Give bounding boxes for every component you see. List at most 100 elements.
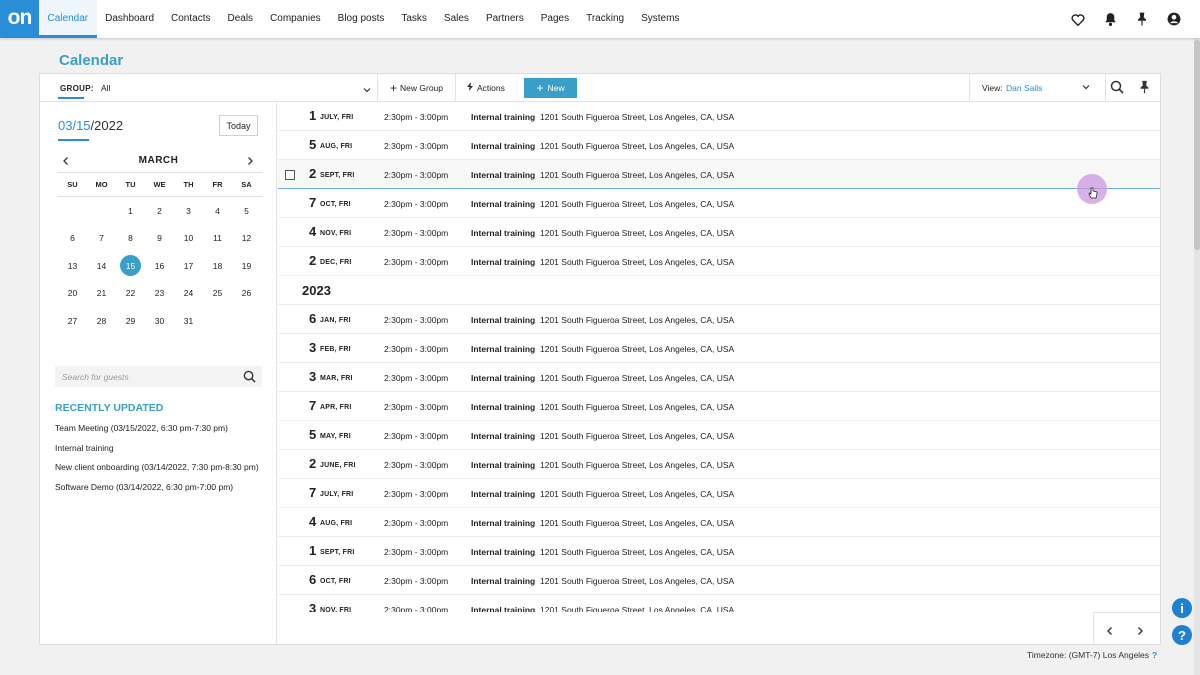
user-account-icon[interactable] — [1158, 0, 1190, 38]
calendar-week: 20 21 22 23 24 25 26 — [58, 280, 262, 308]
app-logo[interactable]: on — [0, 0, 39, 38]
event-row[interactable]: 5 MAY, FRI 2:30pm - 3:00pm Internal trainin… — [278, 421, 1160, 450]
weekday-label: TU — [125, 180, 136, 189]
recent-item[interactable]: Internal training — [55, 442, 265, 462]
calendar-day[interactable]: 30 — [145, 316, 174, 326]
calendar-day[interactable]: 23 — [145, 288, 174, 298]
calendar-day[interactable]: 27 — [58, 316, 87, 326]
new-button[interactable]: + New — [524, 78, 577, 98]
event-row[interactable]: 2 DEC, FRI 2:30pm - 3:00pm Internal trainin… — [278, 247, 1160, 276]
chevron-left-icon[interactable] — [1106, 623, 1114, 641]
event-time: 2:30pm - 3:00pm — [384, 605, 449, 612]
nav-item-companies[interactable]: Companies — [262, 0, 330, 38]
info-button[interactable]: i — [1172, 598, 1192, 618]
calendar-day[interactable]: 26 — [232, 288, 261, 298]
pin-icon[interactable] — [1126, 0, 1158, 38]
event-row[interactable]: 1 SEPT, FRI 2:30pm - 3:00pm Internal traini… — [278, 537, 1160, 566]
nav-item-systems[interactable]: Systems — [633, 0, 688, 38]
event-row[interactable]: 6 JAN, FRI 2:30pm - 3:00pm Internal trainin… — [278, 305, 1160, 334]
chevron-down-icon[interactable] — [362, 82, 372, 100]
recent-item[interactable]: Software Demo (03/14/2022, 6:30 pm-7:00 … — [55, 481, 265, 501]
calendar-day[interactable]: 4 — [203, 206, 232, 216]
today-button[interactable]: Today — [219, 115, 258, 136]
help-button[interactable]: ? — [1172, 625, 1192, 645]
search-icon[interactable] — [243, 370, 256, 388]
calendar-day[interactable]: 11 — [203, 233, 232, 243]
calendar-day[interactable]: 18 — [203, 261, 232, 271]
view-select[interactable]: View: Dan Sails — [969, 74, 1106, 101]
guest-search-input[interactable] — [55, 366, 262, 387]
timezone-help-link[interactable]: ? — [1152, 650, 1157, 660]
nav-item-calendar[interactable]: Calendar — [39, 0, 97, 38]
year-divider: 2023 — [278, 276, 1160, 305]
calendar-day[interactable]: 8 — [116, 233, 145, 243]
event-month: NOV, FRI — [320, 607, 352, 612]
calendar-day[interactable]: 9 — [145, 233, 174, 243]
calendar-day[interactable]: 16 — [145, 261, 174, 271]
event-row[interactable]: 3 MAR, FRI 2:30pm - 3:00pm Internal trainin… — [278, 363, 1160, 392]
event-row[interactable]: 5 AUG, FRI 2:30pm - 3:00pm Internal trainin… — [278, 131, 1160, 160]
calendar-day[interactable]: 19 — [232, 261, 261, 271]
event-row[interactable]: 7 OCT, FRI 2:30pm - 3:00pm Internal trainin… — [278, 189, 1160, 218]
event-row[interactable]: 4 AUG, FRI 2:30pm - 3:00pm Internal trainin… — [278, 508, 1160, 537]
calendar-day[interactable]: 28 — [87, 316, 116, 326]
nav-item-partners[interactable]: Partners — [477, 0, 532, 38]
event-row[interactable]: 4 NOV, FRI 2:30pm - 3:00pm Internal trainin… — [278, 218, 1160, 247]
calendar-day[interactable]: 5 — [232, 206, 261, 216]
calendar-day[interactable]: 13 — [58, 261, 87, 271]
calendar-day[interactable]: 29 — [116, 316, 145, 326]
event-row[interactable]: 3 NOV, FRI 2:30pm - 3:00pm Internal trainin… — [278, 595, 1160, 612]
event-location: 1201 South Figueroa Street, Los Angeles,… — [540, 170, 735, 180]
calendar-day[interactable]: 15 — [120, 255, 141, 277]
search-icon[interactable] — [1110, 80, 1124, 99]
event-checkbox[interactable] — [285, 170, 295, 180]
bell-icon[interactable] — [1094, 0, 1126, 38]
calendar-day[interactable]: 22 — [116, 288, 145, 298]
event-title: Internal training — [471, 518, 536, 528]
calendar-day[interactable]: 10 — [174, 233, 203, 243]
calendar-day[interactable]: 2 — [145, 206, 174, 216]
nav-item-tasks[interactable]: Tasks — [393, 0, 436, 38]
calendar-day[interactable]: 31 — [174, 316, 203, 326]
calendar-week: 12345 — [58, 197, 262, 225]
new-group-button[interactable]: + New Group — [377, 74, 455, 101]
calendar-day[interactable]: 14 — [87, 261, 116, 271]
event-row[interactable]: 2 SEPT, FRI 2:30pm - 3:00pm Internal traini… — [278, 160, 1160, 189]
chevron-right-icon[interactable] — [1136, 623, 1144, 641]
nav-item-tracking[interactable]: Tracking — [578, 0, 633, 38]
nav-item-deals[interactable]: Deals — [219, 0, 262, 38]
nav-item-sales[interactable]: Sales — [435, 0, 477, 38]
group-select[interactable]: All — [101, 83, 110, 93]
nav-item-pages[interactable]: Pages — [532, 0, 577, 38]
recent-item[interactable]: New client onboarding (03/14/2022, 7:30 … — [55, 461, 265, 481]
event-row[interactable]: 2 JUNE, FRI 2:30pm - 3:00pm Internal traini… — [278, 450, 1160, 479]
event-month: APR, FRI — [320, 404, 352, 411]
recent-item[interactable]: Team Meeting (03/15/2022, 6:30 pm-7:30 p… — [55, 422, 265, 442]
calendar-day[interactable]: 17 — [174, 261, 203, 271]
nav-item-dashboard[interactable]: Dashboard — [97, 0, 163, 38]
event-row[interactable]: 3 FEB, FRI 2:30pm - 3:00pm Internal trainin… — [278, 334, 1160, 363]
event-row[interactable]: 7 JULY, FRI 2:30pm - 3:00pm Internal traini… — [278, 479, 1160, 508]
calendar-day[interactable]: 1 — [116, 206, 145, 216]
calendar-day[interactable]: 6 — [58, 233, 87, 243]
event-time: 2:30pm - 3:00pm — [384, 431, 449, 441]
calendar-day[interactable]: 21 — [87, 288, 116, 298]
chevron-right-icon[interactable] — [246, 153, 254, 171]
event-row[interactable]: 1 JULY, FRI 2:30pm - 3:00pm Internal traini… — [278, 102, 1160, 131]
calendar-day[interactable]: 3 — [174, 206, 203, 216]
event-location: 1201 South Figueroa Street, Los Angeles,… — [540, 141, 735, 151]
event-row[interactable]: 7 APR, FRI 2:30pm - 3:00pm Internal trainin… — [278, 392, 1160, 421]
nav-item-contacts[interactable]: Contacts — [163, 0, 219, 38]
calendar-day[interactable]: 20 — [58, 288, 87, 298]
page-scrollbar-thumb[interactable] — [1194, 40, 1200, 250]
current-date[interactable]: 03/15/2022 — [58, 118, 123, 133]
event-row[interactable]: 6 OCT, FRI 2:30pm - 3:00pm Internal trainin… — [278, 566, 1160, 595]
calendar-day[interactable]: 7 — [87, 233, 116, 243]
nav-item-blog-posts[interactable]: Blog posts — [329, 0, 393, 38]
calendar-day[interactable]: 25 — [203, 288, 232, 298]
actions-button[interactable]: Actions — [455, 74, 519, 101]
calendar-day[interactable]: 12 — [232, 233, 261, 243]
heart-icon[interactable] — [1062, 0, 1094, 38]
calendar-day[interactable]: 24 — [174, 288, 203, 298]
pin-icon[interactable] — [1140, 80, 1149, 99]
